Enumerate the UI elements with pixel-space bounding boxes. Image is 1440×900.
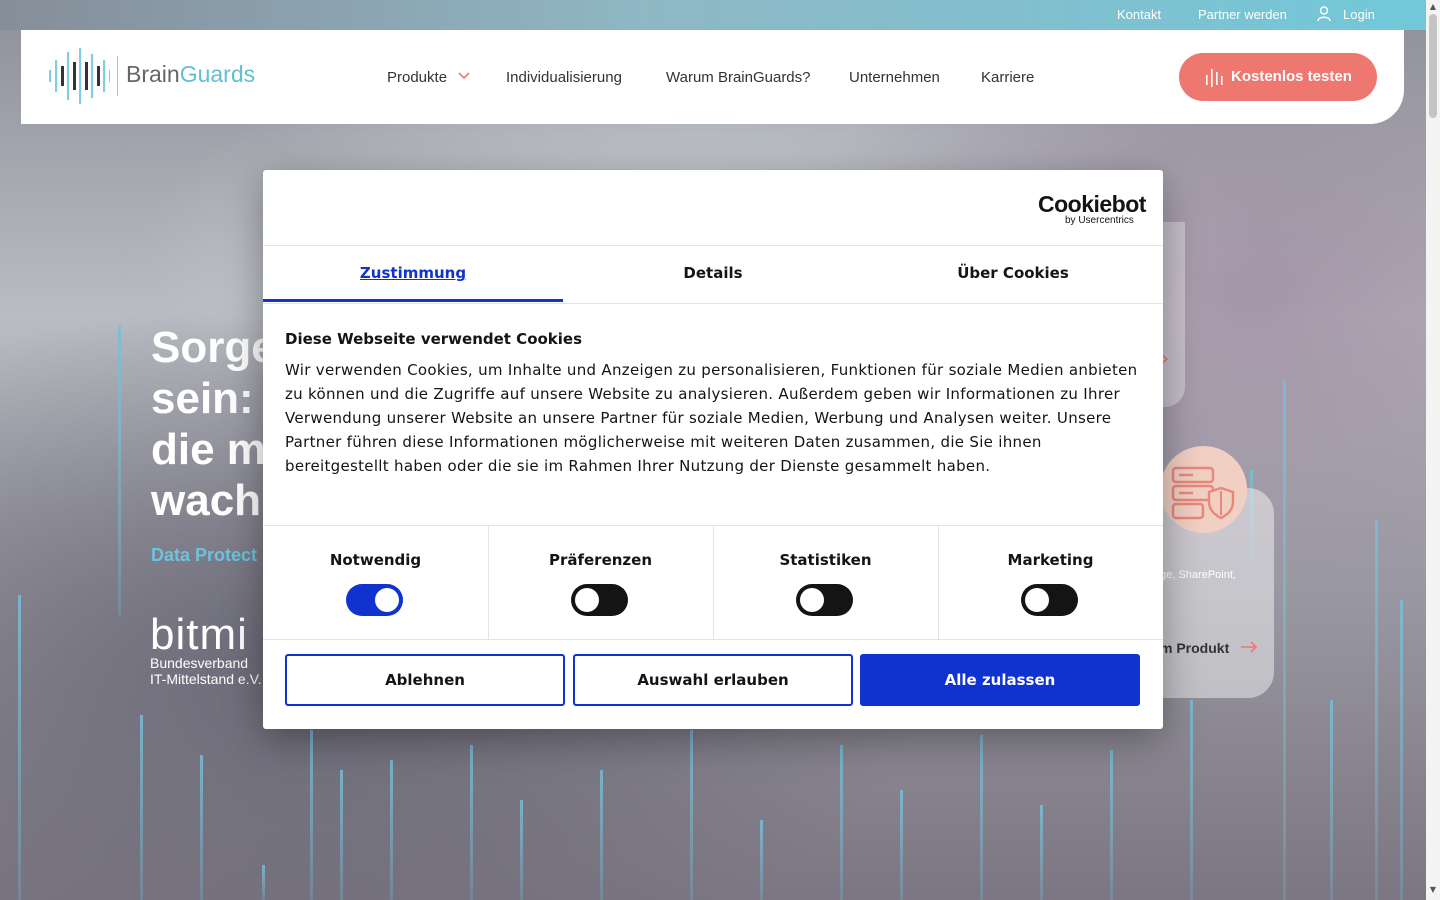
nav-unternehmen[interactable]: Unternehmen [849,69,940,86]
scrollbar-thumb[interactable] [1429,14,1437,118]
decorative-line [690,730,693,900]
decorative-line [140,715,143,900]
logo-divider [117,56,118,96]
auswahl-erlauben-button[interactable]: Auswahl erlauben [573,654,853,706]
notwendig-toggle[interactable] [346,584,403,616]
hero-subtitle: Data Protect [151,545,258,565]
nav-individualisierung[interactable]: Individualisierung [506,69,622,86]
card-description: nge, SharePoint, [1154,569,1236,581]
alle-zulassen-button[interactable]: Alle zulassen [860,654,1140,706]
decorative-line [118,325,121,615]
nav-warum-brainguards[interactable]: Warum BrainGuards? [666,69,811,86]
kostenlos-testen-button[interactable]: Kostenlos testen [1179,53,1377,101]
decorative-line [390,760,393,900]
toggle-group-marketing: Marketing [938,526,1163,639]
cookie-consent-dialog: Cookiebot by Usercentrics Zustimmung Det… [263,170,1163,729]
decorative-line [900,790,903,900]
nav-produkte[interactable]: Produkte [387,69,447,86]
cookiebot-logo: Cookiebot by Usercentrics [1038,191,1146,226]
site-header: BrainGuards Produkte Individualisierung … [21,30,1404,124]
card-product-link[interactable]: m Produkt [1160,640,1229,656]
consent-toggles: Notwendig Präferenzen Statistiken Market… [263,525,1163,640]
bitmi-logo: bitmi Bundesverband IT-Mittelstand e.V. [150,610,262,688]
toggle-label: Statistiken [779,551,872,569]
partner-werden-link[interactable]: Partner werden [1198,7,1287,22]
dialog-title: Diese Webseite verwendet Cookies [285,330,583,348]
brainguards-logo-text[interactable]: BrainGuards [126,61,255,88]
dialog-body-text: Wir verwenden Cookies, um Inhalte und An… [285,361,1138,475]
page-scrollbar[interactable] [1426,0,1440,900]
decorative-line [262,865,265,900]
toggle-knob [1025,588,1049,612]
brainguards-logo-icon[interactable] [48,48,110,104]
decorative-line [470,745,473,900]
active-tab-indicator [263,299,563,302]
cta-label: Kostenlos testen [1231,68,1352,85]
decorative-line [18,595,21,900]
decorative-line [1400,600,1403,900]
decorative-line [760,820,763,900]
kontakt-link[interactable]: Kontakt [1117,7,1161,22]
decorative-line [1190,700,1193,900]
toggle-group-notwendig: Notwendig [263,526,489,639]
decorative-line [980,735,983,900]
scroll-down-arrow-icon[interactable]: ▼ [1429,886,1437,894]
toggle-label: Präferenzen [548,551,653,569]
chevron-down-icon[interactable] [458,72,470,80]
decorative-line [1283,380,1286,900]
toggle-label: Notwendig [329,551,422,569]
toggle-group-praeferenzen: Präferenzen [488,526,714,639]
decorative-line [1040,805,1043,900]
decorative-line [1330,700,1333,900]
praeferenzen-toggle[interactable] [571,584,628,616]
decorative-line [200,755,203,900]
decorative-line [340,770,343,900]
marketing-toggle[interactable] [1021,584,1078,616]
scroll-up-arrow-icon[interactable]: ▲ [1429,3,1437,11]
decorative-line [840,745,843,900]
decorative-line [1375,520,1378,900]
brainguards-bars-icon [1206,69,1223,87]
statistiken-toggle[interactable] [796,584,853,616]
decorative-line [1110,750,1113,900]
arrow-right-icon[interactable] [1240,641,1258,653]
toggle-group-statistiken: Statistiken [713,526,939,639]
consent-tabs: Zustimmung Details Über Cookies [263,245,1163,304]
tab-ueber-cookies[interactable]: Über Cookies [863,246,1163,303]
nav-karriere[interactable]: Karriere [981,69,1034,86]
decorative-line [520,800,523,900]
decorative-line [600,770,603,900]
toggle-knob [800,588,824,612]
user-icon[interactable] [1317,6,1331,22]
toggle-knob [375,588,399,612]
toggle-knob [575,588,599,612]
server-shield-icon [1171,466,1235,520]
tab-zustimmung[interactable]: Zustimmung [263,246,563,303]
toggle-label: Marketing [1007,551,1094,569]
top-bar: Kontakt Partner werden Login [0,0,1426,30]
login-link[interactable]: Login [1343,7,1375,22]
tab-details[interactable]: Details [563,246,863,303]
ablehnen-button[interactable]: Ablehnen [285,654,565,706]
decorative-line [310,730,313,900]
